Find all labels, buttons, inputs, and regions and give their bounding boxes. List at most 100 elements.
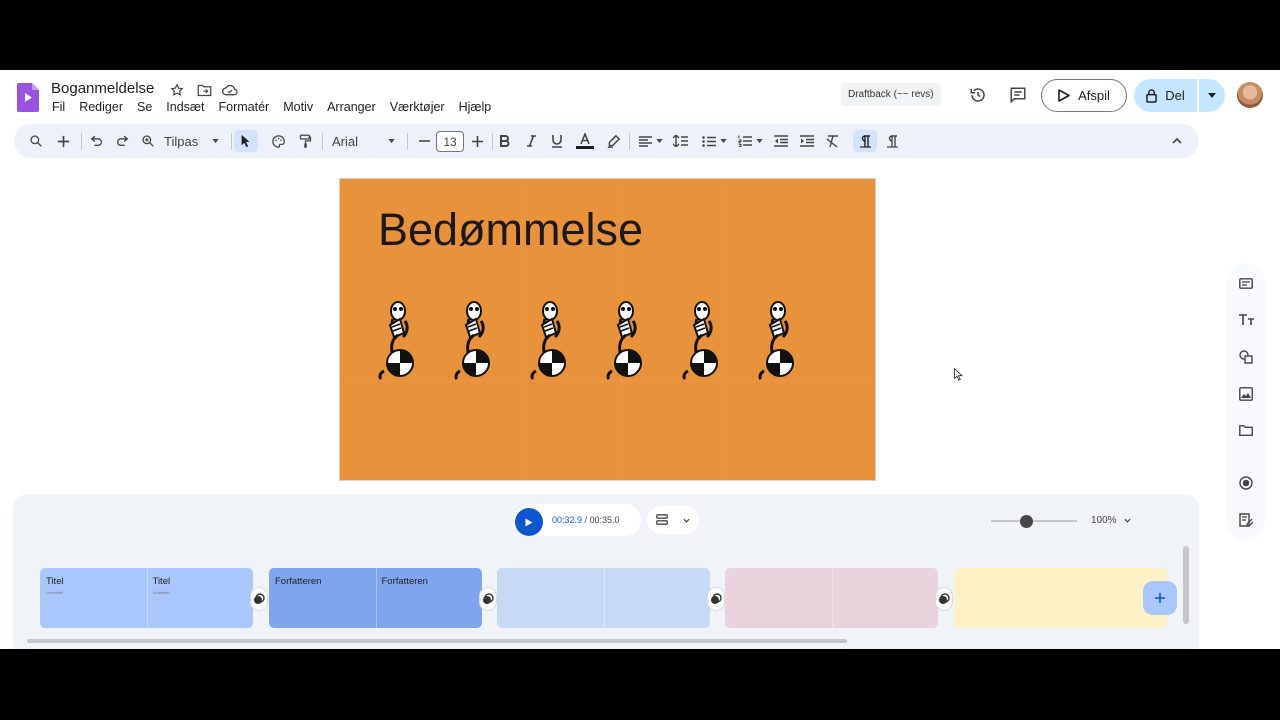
redo-icon[interactable] — [112, 124, 132, 158]
timeline-clip[interactable] — [725, 568, 938, 628]
collapse-toolbar-chevron-up-icon[interactable] — [1167, 124, 1187, 158]
account-avatar[interactable] — [1237, 82, 1263, 108]
zoom-icon[interactable] — [138, 124, 158, 158]
slides-app: Boganmeldelse Fil Rediger Se Indsæt Form… — [0, 70, 1280, 649]
draftback-button[interactable]: Draftback (~~ revs) — [841, 83, 941, 106]
share-button[interactable]: Del — [1134, 79, 1197, 112]
transition-button[interactable] — [250, 587, 268, 611]
align-dropdown[interactable] — [636, 124, 666, 158]
font-family-dropdown[interactable]: Arial — [332, 124, 400, 158]
timeline-horizontal-scrollbar[interactable] — [27, 639, 847, 643]
record-icon[interactable] — [1236, 473, 1256, 493]
guide-line — [726, 179, 727, 480]
paint-format-icon[interactable] — [295, 124, 315, 158]
menu-item-formater[interactable]: Formatér — [212, 100, 277, 114]
slides-logo[interactable] — [17, 83, 39, 112]
underline-icon[interactable] — [548, 124, 566, 158]
highlight-pen-icon[interactable] — [603, 124, 623, 158]
timeline-layers-icon — [656, 514, 668, 525]
menu-item-arranger[interactable]: Arranger — [320, 100, 383, 114]
clip-frame-divider — [603, 568, 605, 628]
menu-item-se[interactable]: Se — [130, 100, 159, 114]
chevron-down-icon — [1124, 518, 1131, 523]
timeline-play-button[interactable] — [515, 506, 543, 538]
reader-clipart-image[interactable] — [530, 299, 574, 381]
increase-font-size-icon[interactable] — [468, 124, 486, 158]
folder-icon[interactable] — [1236, 420, 1256, 440]
font-size-input[interactable]: 13 — [436, 131, 464, 152]
timeline-play-circle[interactable] — [515, 508, 543, 536]
image-insert-icon[interactable] — [1236, 384, 1256, 404]
numbered-list-dropdown[interactable] — [735, 124, 765, 158]
menu-item-motiv[interactable]: Motiv — [276, 100, 320, 114]
text-style-icon[interactable] — [1236, 310, 1256, 330]
toolbar-divider — [322, 133, 323, 150]
slideshow-play-button[interactable]: Afspil — [1041, 79, 1127, 112]
chevron-down-icon — [212, 139, 219, 143]
zoom-dropdown[interactable]: Tilpas — [164, 124, 224, 158]
increase-indent-icon[interactable] — [797, 124, 817, 158]
timeline-vertical-scrollbar[interactable] — [1183, 546, 1189, 624]
bulleted-list-dropdown[interactable] — [699, 124, 729, 158]
script-notes-icon[interactable] — [1236, 510, 1256, 530]
timeline-clip[interactable] — [497, 568, 710, 628]
text-color-icon[interactable] — [575, 124, 595, 158]
bold-icon[interactable] — [496, 124, 514, 158]
add-clip-plus-icon[interactable] — [1143, 581, 1177, 615]
decrease-indent-icon[interactable] — [771, 124, 791, 158]
slide-title[interactable]: Bedømmelse — [378, 204, 643, 256]
reader-clipart-image[interactable] — [682, 299, 726, 381]
transition-icon — [254, 593, 265, 604]
reader-clipart-image[interactable] — [454, 299, 498, 381]
timeline-zoom-slider[interactable] — [991, 520, 1077, 522]
menu-item-rediger[interactable]: Rediger — [72, 100, 130, 114]
toolbar-divider — [81, 133, 82, 150]
slide-layout-icon[interactable] — [1236, 273, 1256, 293]
play-icon — [525, 518, 533, 526]
timeline-view-dropdown[interactable] — [647, 506, 699, 534]
menu-item-indsaet[interactable]: Indsæt — [159, 100, 211, 114]
transition-button[interactable] — [935, 587, 953, 611]
comments-icon[interactable] — [1003, 80, 1033, 110]
menu-item-hjaelp[interactable]: Hjælp — [452, 100, 499, 114]
new-slide-plus-icon[interactable] — [53, 124, 73, 158]
shapes-icon[interactable] — [1236, 347, 1256, 367]
share-label: Del — [1165, 88, 1185, 103]
timeline-clip[interactable]: Forfatteren Forfatteren — [269, 568, 482, 628]
zoom-label: Tilpas — [164, 133, 199, 149]
clear-formatting-icon[interactable] — [823, 124, 843, 158]
reader-clipart-image[interactable] — [758, 299, 802, 381]
timeline-zoom-thumb[interactable] — [1020, 515, 1033, 528]
timeline-zoom-dropdown[interactable]: 100% — [1091, 515, 1131, 526]
play-icon — [1058, 89, 1070, 102]
reader-clipart-image[interactable] — [378, 299, 422, 381]
line-spacing-icon[interactable] — [670, 124, 690, 158]
version-history-icon[interactable] — [963, 80, 993, 110]
menu-item-vaerktojer[interactable]: Værktøjer — [383, 100, 452, 114]
play-label: Afspil — [1078, 88, 1110, 103]
rtl-paragraph-icon[interactable] — [882, 124, 902, 158]
document-title[interactable]: Boganmeldelse — [51, 80, 154, 97]
guide-line — [340, 381, 875, 382]
menu-bar: Fil Rediger Se Indsæt Formatér Motiv Arr… — [45, 100, 498, 114]
share-dropdown-button[interactable] — [1199, 79, 1225, 112]
transition-button[interactable] — [479, 587, 497, 611]
timeline-clip[interactable] — [954, 568, 1167, 628]
move-folder-icon[interactable] — [195, 81, 213, 99]
transition-button[interactable] — [707, 587, 725, 611]
timeline-clip[interactable]: Titel Titel Undertitel Undertitel — [40, 568, 253, 628]
align-left-icon — [639, 135, 652, 147]
theme-palette-icon[interactable] — [268, 124, 288, 158]
italic-icon[interactable] — [522, 124, 540, 158]
undo-icon[interactable] — [86, 124, 106, 158]
decrease-font-size-icon[interactable] — [415, 124, 433, 158]
search-menus-icon[interactable] — [26, 124, 46, 158]
reader-clipart-image[interactable] — [606, 299, 650, 381]
select-cursor-icon[interactable] — [234, 130, 258, 152]
slide-canvas[interactable]: Bedømmelse — [339, 178, 876, 481]
star-icon[interactable] — [168, 81, 186, 99]
clip-frame-divider — [375, 568, 377, 628]
ltr-paragraph-icon[interactable] — [853, 130, 877, 152]
cloud-saved-icon[interactable] — [221, 81, 239, 99]
menu-item-fil[interactable]: Fil — [45, 100, 72, 114]
